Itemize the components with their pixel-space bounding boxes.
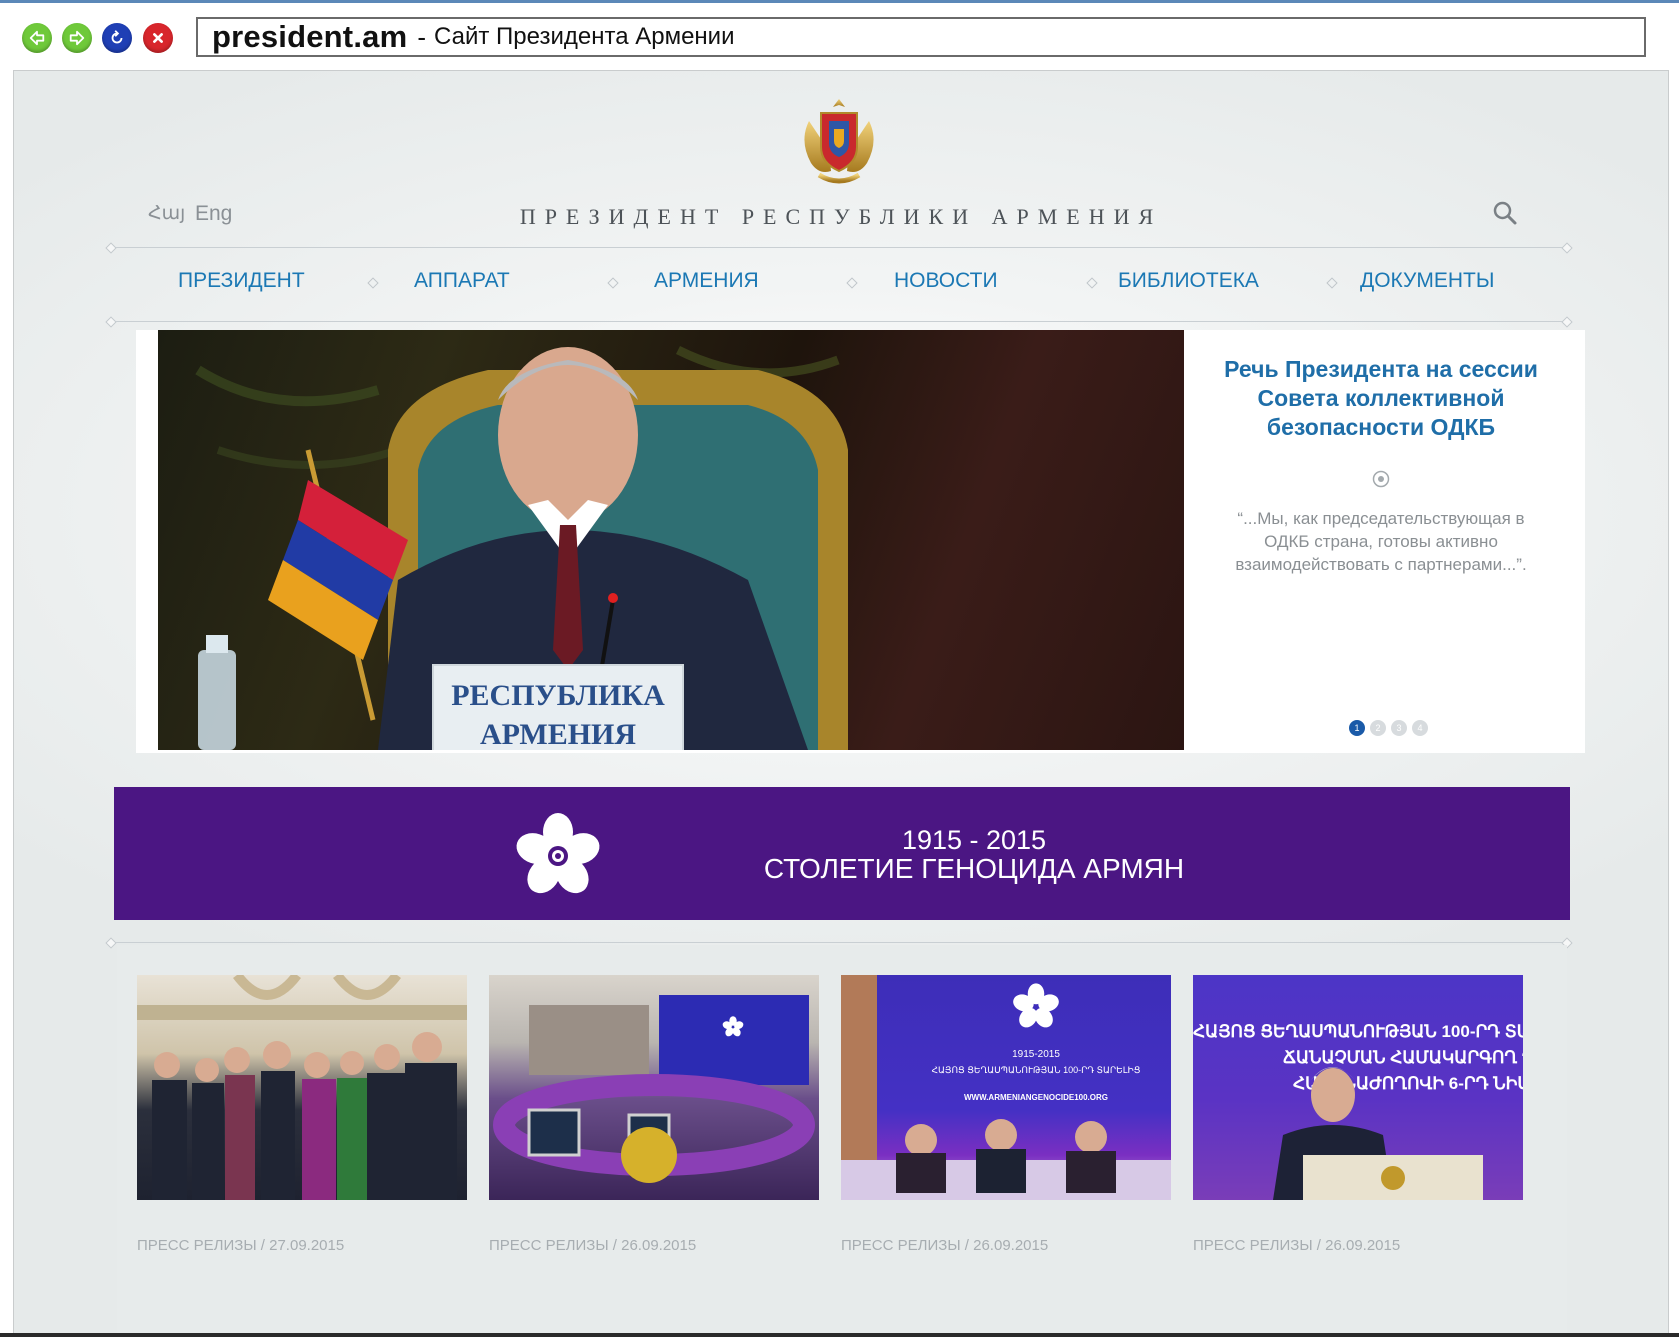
- photo-text-line2: ՃԱՆԱՉՄԱՆ ՀԱՄԱԿԱՐԳՈՂ ՊԵ: [1283, 1048, 1523, 1067]
- address-separator: -: [417, 21, 427, 52]
- news-meta: ПРЕСС РЕЛИЗЫ / 26.09.2015: [841, 1237, 1049, 1254]
- slider-dot-4[interactable]: 4: [1412, 720, 1428, 736]
- news-card[interactable]: ПРЕСС РЕЛИЗЫ / 26.09.2015: [489, 975, 819, 1254]
- search-icon[interactable]: [1492, 200, 1518, 226]
- banner-title: СТОЛЕТИЕ ГЕНОЦИДА АРМЯН: [763, 853, 1185, 884]
- news-meta: ПРЕСС РЕЛИЗЫ / 26.09.2015: [1193, 1237, 1401, 1254]
- stop-button[interactable]: [143, 23, 173, 53]
- news-meta: ПРЕСС РЕЛИЗЫ / 26.09.2015: [489, 1237, 697, 1254]
- slide-quote: “...Мы, как председательствующая в ОДКБ …: [1235, 509, 1527, 574]
- news-image[interactable]: 1915-2015 ՀԱՅՈՑ ՑԵՂԱՍՊԱՆՈՒԹՅԱՆ 100-ՐԴ ՏԱ…: [841, 975, 1171, 1200]
- news-card[interactable]: ՀԱՅՈՑ ՑԵՂԱՍՊԱՆՈՒԹՅԱՆ 100-ՐԴ ՏԱ ՃԱՆԱՉՄԱՆ …: [1193, 975, 1523, 1254]
- menu-item-armenia[interactable]: АРМЕНИЯ: [654, 269, 759, 293]
- photo-text-url: WWW.ARMENIANGENOCIDE100.ORG: [964, 1093, 1108, 1102]
- menu-item-president[interactable]: ПРЕЗИДЕНТ: [178, 269, 305, 293]
- browser-toolbar: president.am - Сайт Президента Армении: [0, 0, 1679, 70]
- photo-text-years: 1915-2015: [1012, 1049, 1060, 1060]
- address-page-title: Сайт Президента Армении: [434, 23, 735, 50]
- news-image[interactable]: ՀԱՅՈՑ ՑԵՂԱՍՊԱՆՈՒԹՅԱՆ 100-ՐԴ ՏԱ ՃԱՆԱՉՄԱՆ …: [1193, 975, 1523, 1200]
- news-category[interactable]: ПРЕСС РЕЛИЗЫ: [841, 1237, 961, 1254]
- news-card[interactable]: 1915-2015 ՀԱՅՈՑ ՑԵՂԱՍՊԱՆՈՒԹՅԱՆ 100-ՐԴ ՏԱ…: [841, 975, 1171, 1254]
- news-category[interactable]: ПРЕСС РЕЛИЗЫ: [489, 1237, 609, 1254]
- news-image[interactable]: [137, 975, 467, 1200]
- news-card[interactable]: ПРЕСС РЕЛИЗЫ / 27.09.2015: [137, 975, 467, 1254]
- menu-separator: [1086, 277, 1098, 289]
- slide-photo-illustration: РЕСПУБЛИКА АРМЕНИЯ: [195, 345, 848, 750]
- quote-circle-icon: [1372, 470, 1390, 488]
- address-bar[interactable]: president.am - Сайт Президента Армении: [196, 17, 1646, 57]
- menu-separator: [367, 277, 379, 289]
- stop-icon: [153, 33, 163, 43]
- slider-dot-1[interactable]: 1: [1349, 720, 1365, 736]
- address-domain: president.am: [212, 19, 408, 54]
- slider-dot-2[interactable]: 2: [1370, 720, 1386, 736]
- news-date: 26.09.2015: [1325, 1237, 1401, 1254]
- arrow-left-icon: [29, 30, 45, 46]
- forward-button[interactable]: [62, 23, 92, 53]
- slider-pagination: 1 2 3 4: [1349, 720, 1428, 736]
- news-date: 27.09.2015: [269, 1237, 345, 1254]
- arrow-right-icon: [69, 30, 85, 46]
- news-meta: ПРЕСС РЕЛИЗЫ / 27.09.2015: [137, 1237, 345, 1254]
- menu-separator: [846, 277, 858, 289]
- news-section: ПРЕСС РЕЛИЗЫ / 27.09.2015 ПРЕСС РЕЛИЗЫ /…: [117, 945, 1567, 1336]
- banner-years: 1915 - 2015: [901, 825, 1047, 855]
- photo-text-line1: ՀԱՅՈՑ ՑԵՂԱՍՊԱՆՈՒԹՅԱՆ 100-ՐԴ ՏԱ: [1193, 1022, 1523, 1041]
- news-date: 26.09.2015: [621, 1237, 697, 1254]
- back-button[interactable]: [22, 23, 52, 53]
- slide-title[interactable]: Речь Президента на сессии Совета коллект…: [1216, 355, 1546, 442]
- news-category[interactable]: ПРЕСС РЕЛИЗЫ: [1193, 1237, 1313, 1254]
- news-divider: [111, 942, 1567, 943]
- bottom-border: [0, 1333, 1679, 1337]
- news-date: 26.09.2015: [973, 1237, 1049, 1254]
- header-divider-top: [111, 247, 1567, 248]
- news-category[interactable]: ПРЕСС РЕЛИЗЫ: [137, 1237, 257, 1254]
- news-image[interactable]: [489, 975, 819, 1200]
- menu-separator: [607, 277, 619, 289]
- main-menu: ПРЕЗИДЕНТ АППАРАТ АРМЕНИЯ НОВОСТИ БИБЛИО…: [114, 269, 1574, 309]
- menu-item-documents[interactable]: ДОКУМЕНТЫ: [1360, 269, 1494, 293]
- site-title: ПРЕЗИДЕНТ РЕСПУБЛИКИ АРМЕНИЯ: [519, 204, 1163, 229]
- page-frame: Հայ Eng ПРЕЗИДЕНТ РЕСПУБЛИКИ АРМЕНИЯ ПРЕ…: [13, 70, 1669, 1337]
- header-divider-bottom: [111, 321, 1567, 322]
- reload-icon: [111, 30, 123, 44]
- menu-separator: [1326, 277, 1338, 289]
- centennial-banner[interactable]: 1915 - 2015 СТОЛЕТИЕ ГЕНОЦИДА АРМЯН: [114, 787, 1570, 920]
- reload-button[interactable]: [102, 23, 132, 53]
- slider-dot-3[interactable]: 3: [1391, 720, 1407, 736]
- menu-item-library[interactable]: БИБЛИОТЕКА: [1118, 269, 1259, 293]
- nameplate-line2: АРМЕНИЯ: [480, 718, 636, 750]
- menu-item-news[interactable]: НОВОСТИ: [894, 269, 998, 293]
- slide-text: Речь Президента на сессии Совета коллект…: [1216, 355, 1546, 576]
- coat-of-arms-icon[interactable]: [789, 91, 889, 191]
- slide-photo[interactable]: РЕСПУБЛИКА АРМЕНИЯ: [158, 330, 1184, 750]
- menu-item-apparatus[interactable]: АППАРАТ: [414, 269, 510, 293]
- forget-me-not-icon: [516, 813, 600, 894]
- featured-slider: РЕСПУБЛИКА АРМЕНИЯ Речь Президента на се…: [136, 330, 1585, 753]
- photo-text-title: ՀԱՅՈՑ ՑԵՂԱՍՊԱՆՈՒԹՅԱՆ 100-ՐԴ ՏԱՐԵԼԻՑ: [932, 1065, 1141, 1075]
- nameplate-line1: РЕСПУБЛИКА: [451, 679, 665, 712]
